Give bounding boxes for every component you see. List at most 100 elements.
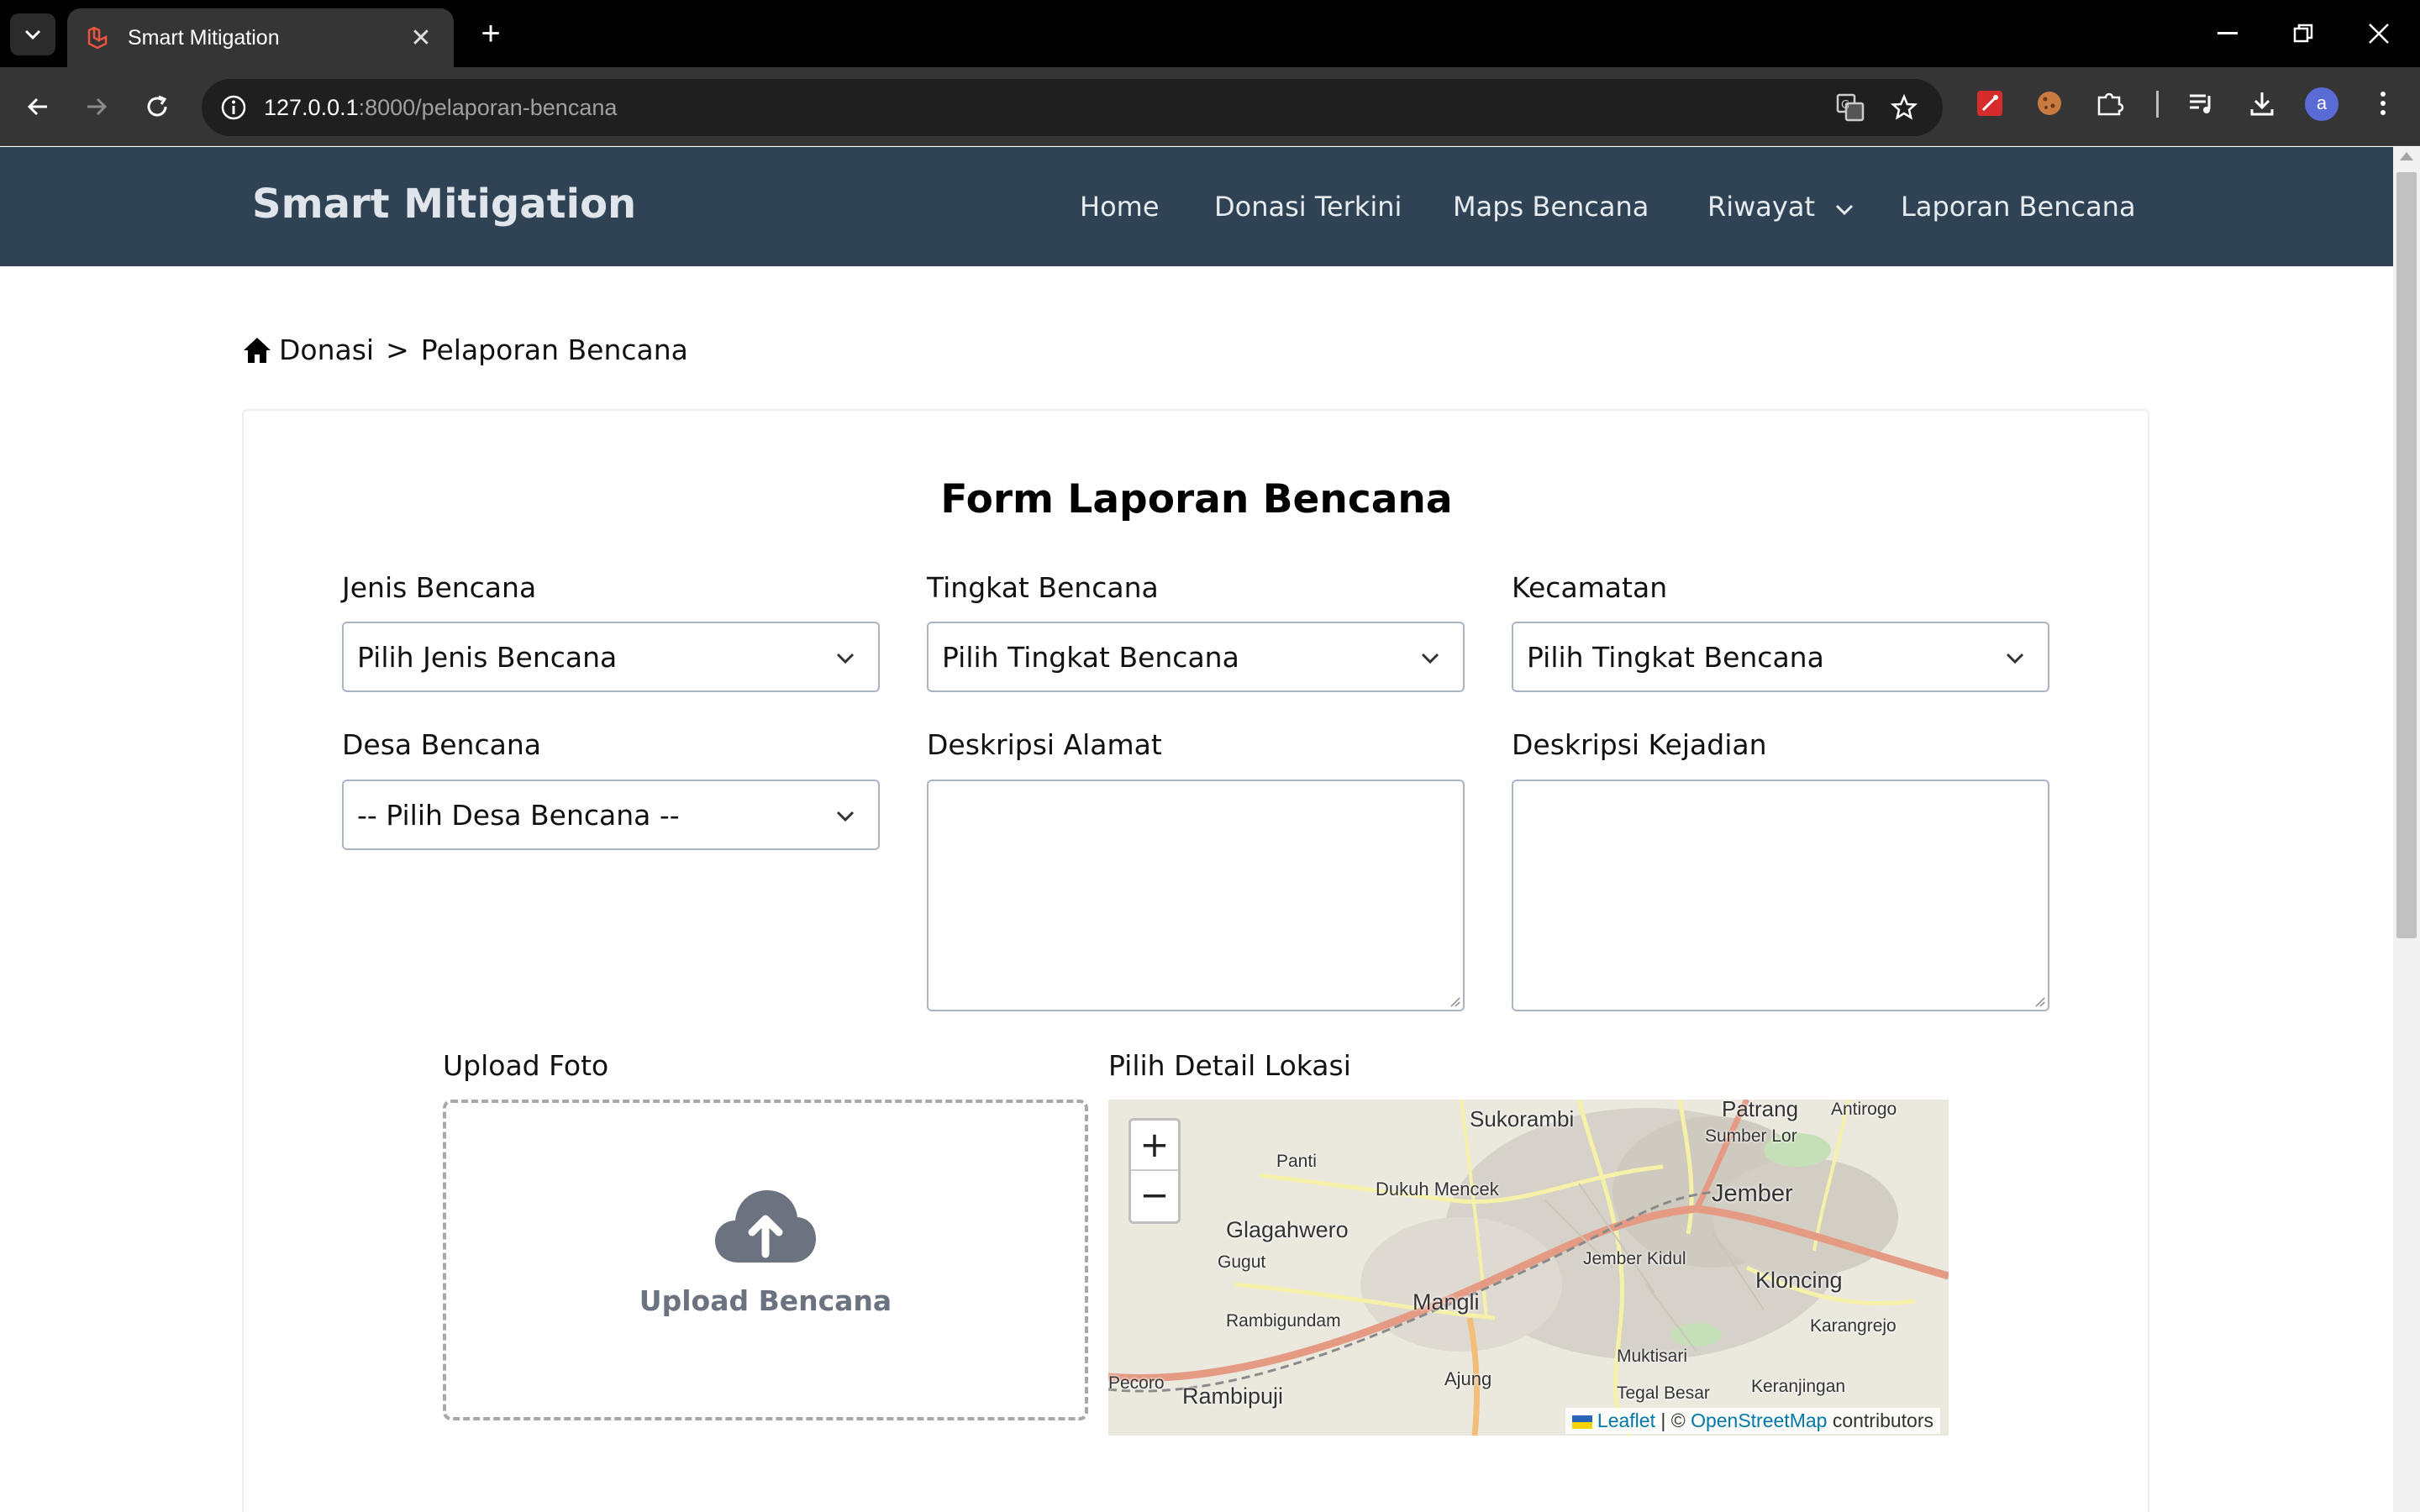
resize-handle-icon[interactable] [2031, 993, 2046, 1008]
cloud-upload-icon [715, 1190, 816, 1263]
url-host: 127.0.0.1 [264, 95, 359, 120]
nav-maps-bencana[interactable]: Maps Bencana [1453, 191, 1649, 223]
osm-link[interactable]: OpenStreetMap [1691, 1410, 1827, 1431]
map-place-label: Sukorambi [1470, 1106, 1575, 1131]
tab-search-icon [24, 29, 41, 40]
upload-foto-label: Upload Foto [443, 1049, 609, 1082]
extension-icon[interactable] [1970, 84, 2009, 123]
ukraine-flag-icon [1571, 1415, 1592, 1429]
upload-button-label: Upload Bencana [639, 1284, 892, 1317]
map-place-label: Jember [1712, 1180, 1793, 1207]
form-title: Form Laporan Bencana [940, 476, 1453, 522]
map-place-label: Jember Kidul [1583, 1249, 1686, 1268]
chevron-down-icon [2006, 653, 2024, 664]
puzzle-icon[interactable] [2091, 84, 2129, 123]
address-bar[interactable]: 127.0.0.1:8000/pelaporan-bencana G [202, 79, 1943, 136]
nav-laporan-bencana[interactable]: Laporan Bencana [1901, 191, 2136, 223]
map-place-label: Sumber Lor [1705, 1126, 1797, 1146]
media-icon[interactable] [2182, 84, 2221, 123]
deskripsi-alamat-textarea[interactable] [927, 780, 1465, 1011]
nav-riwayat-label: Riwayat [1707, 191, 1815, 223]
attribution-contrib: contributors [1832, 1410, 1933, 1431]
back-icon[interactable] [18, 87, 57, 126]
zoom-in-button[interactable]: + [1131, 1121, 1178, 1171]
map-place-label: Dukuh Mencek [1376, 1179, 1499, 1200]
upload-dropzone[interactable]: Upload Bencana [443, 1100, 1088, 1420]
translate-icon[interactable]: G [1833, 91, 1867, 124]
tab-title: Smart Mitigation [128, 25, 280, 50]
jenis-bencana-label: Jenis Bencana [342, 571, 537, 604]
kecamatan-value: Pilih Tingkat Bencana [1527, 640, 1824, 674]
site-info-icon[interactable] [217, 91, 250, 124]
scroll-thumb[interactable] [2396, 172, 2417, 938]
zoom-out-button[interactable]: − [1131, 1171, 1178, 1221]
breadcrumb-separator: > [386, 333, 409, 366]
jenis-bencana-select[interactable]: Pilih Jenis Bencana [342, 622, 880, 692]
avatar[interactable]: a [2305, 87, 2338, 121]
desa-bencana-select[interactable]: -- Pilih Desa Bencana -- [342, 780, 880, 850]
map-place-label: Tegal Besar [1617, 1383, 1710, 1403]
leaflet-link[interactable]: Leaflet [1597, 1410, 1655, 1431]
chevron-down-icon [836, 811, 855, 822]
map-place-label: Rambipuji [1182, 1383, 1284, 1409]
minimize-icon[interactable] [2190, 12, 2265, 55]
map-labels: Sukorambi Patrang Antirogo Sumber Lor Panti D… [1108, 1100, 1949, 1436]
desa-bencana-label: Desa Bencana [342, 728, 541, 761]
tab-search-button[interactable] [10, 13, 55, 55]
breadcrumb-donasi[interactable]: Donasi [279, 333, 374, 366]
deskripsi-alamat-label: Deskripsi Alamat [927, 728, 1162, 761]
location-map[interactable]: Sukorambi Patrang Antirogo Sumber Lor Panti D… [1108, 1100, 1949, 1436]
laravel-favicon-icon [87, 26, 108, 50]
jenis-bencana-value: Pilih Jenis Bencana [357, 640, 618, 674]
download-icon[interactable] [2243, 84, 2281, 123]
forward-icon[interactable] [77, 87, 116, 126]
toolbar-divider [2156, 91, 2159, 118]
active-tab[interactable]: Smart Mitigation ✕ [67, 8, 454, 67]
breadcrumb: Donasi > Pelaporan Bencana [242, 333, 688, 366]
browser-tab-strip: Smart Mitigation ✕ + [0, 0, 2420, 67]
close-icon[interactable]: ✕ [407, 24, 435, 53]
map-place-label: Pecoro [1108, 1373, 1165, 1393]
kecamatan-label: Kecamatan [1512, 571, 1668, 604]
menu-icon[interactable] [2364, 84, 2402, 123]
home-icon[interactable] [242, 336, 272, 365]
browser-toolbar: 127.0.0.1:8000/pelaporan-bencana G [0, 67, 2420, 146]
deskripsi-kejadian-textarea[interactable] [1512, 780, 2049, 1011]
url-text[interactable]: 127.0.0.1:8000/pelaporan-bencana [264, 95, 617, 121]
page-scrollbar[interactable] [2393, 147, 2420, 1512]
resize-handle-icon[interactable] [1446, 993, 1461, 1008]
scroll-up-icon[interactable] [2400, 152, 2413, 160]
kecamatan-select[interactable]: Pilih Tingkat Bencana [1512, 622, 2049, 692]
site-navbar: Smart Mitigation Home Donasi Terkini Map… [0, 147, 2393, 266]
cookie-icon[interactable] [2030, 84, 2069, 123]
map-place-label: Keranjingan [1751, 1377, 1846, 1396]
chevron-down-icon [1836, 204, 1854, 216]
map-place-label: Gugut [1218, 1252, 1266, 1272]
reload-icon[interactable] [138, 87, 176, 126]
map-place-label: Mangli [1413, 1289, 1480, 1315]
desa-bencana-value: -- Pilih Desa Bencana -- [357, 798, 680, 832]
tingkat-bencana-select[interactable]: Pilih Tingkat Bencana [927, 622, 1465, 692]
map-place-label: Rambigundam [1226, 1311, 1341, 1331]
restore-icon[interactable] [2265, 12, 2341, 55]
pilih-detail-lokasi-label: Pilih Detail Lokasi [1108, 1049, 1351, 1082]
window-close-icon[interactable] [2341, 12, 2417, 55]
site-brand[interactable]: Smart Mitigation [252, 181, 636, 228]
tingkat-bencana-value: Pilih Tingkat Bencana [942, 640, 1239, 674]
map-place-label: Kloncing [1755, 1268, 1843, 1293]
star-icon[interactable] [1887, 91, 1921, 124]
map-place-label: Antirogo [1831, 1100, 1897, 1119]
nav-donasi-terkini[interactable]: Donasi Terkini [1214, 191, 1402, 223]
map-attribution: Leaflet | © OpenStreetMap contributors [1565, 1408, 1940, 1434]
nav-home[interactable]: Home [1080, 191, 1160, 223]
nav-riwayat[interactable]: Riwayat [1707, 191, 1854, 223]
map-place-label: Ajung [1444, 1368, 1492, 1389]
deskripsi-kejadian-label: Deskripsi Kejadian [1512, 728, 1767, 761]
tingkat-bencana-label: Tingkat Bencana [927, 571, 1159, 604]
chevron-down-icon [1421, 653, 1439, 664]
plus-icon[interactable]: + [472, 15, 509, 52]
svg-text:G: G [1841, 99, 1849, 112]
url-path: :8000/pelaporan-bencana [358, 95, 618, 120]
map-place-label: Patrang [1722, 1100, 1799, 1121]
zoom-control: + − [1128, 1118, 1181, 1224]
